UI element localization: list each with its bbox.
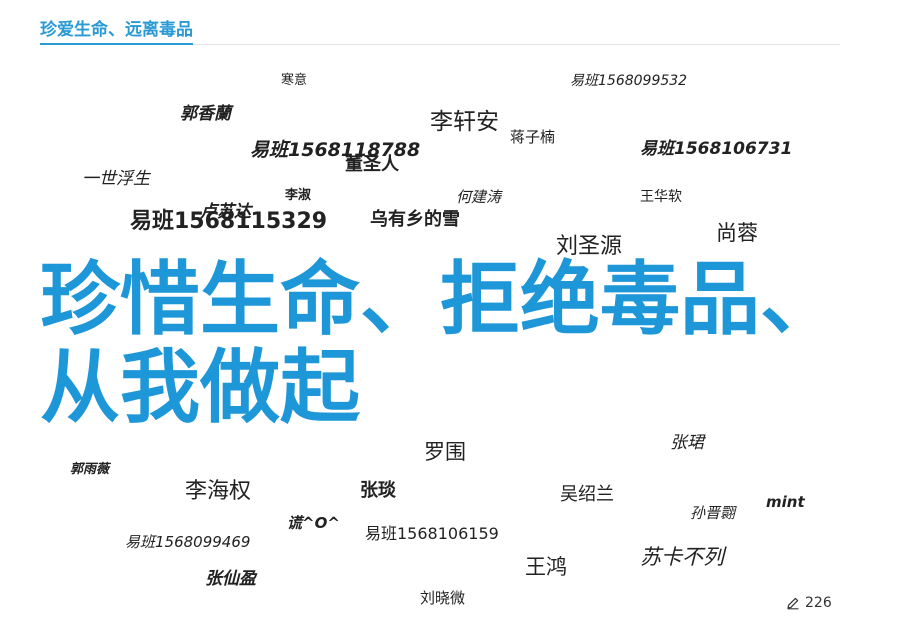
cloud-word: 董圣人 xyxy=(345,154,399,175)
counter-value: 226 xyxy=(805,595,832,611)
cloud-word: 李轩安 xyxy=(430,109,499,135)
cloud-word: 谎^O^ xyxy=(287,514,340,532)
cloud-word: 易班1568106731 xyxy=(640,139,793,159)
cloud-word: 郭雨薇 xyxy=(70,462,110,477)
cloud-word: 郭香蘭 xyxy=(180,104,231,124)
cloud-word: mint xyxy=(766,493,805,511)
cloud-word: 蒋子楠 xyxy=(510,128,556,146)
pencil-icon xyxy=(786,596,800,610)
cloud-word: 王鸿 xyxy=(525,555,567,579)
cloud-word: 张琰 xyxy=(360,480,396,501)
cloud-word: 尚蓉 xyxy=(716,221,758,245)
cloud-word: 李淑 xyxy=(285,188,312,203)
cloud-word: 苏卡不列 xyxy=(640,545,724,569)
cloud-word: 易班1568106159 xyxy=(365,524,499,543)
cloud-word: 易班1568115329 xyxy=(130,209,328,234)
cloud-word: 易班1568099469 xyxy=(125,533,251,551)
cloud-word: 何建涛 xyxy=(456,188,502,206)
cloud-word: 张仙盈 xyxy=(205,569,256,589)
cloud-word: 一世浮生 xyxy=(82,169,150,189)
cloud-word: 易班1568099532 xyxy=(570,73,688,89)
cloud-word: 李海权 xyxy=(185,479,252,504)
edit-counter[interactable]: 226 xyxy=(786,595,832,611)
cloud-word: 乌有乡的雪 xyxy=(370,209,460,230)
cloud-word: 孙晋翾 xyxy=(690,504,736,522)
cloud-word: 吴绍兰 xyxy=(560,484,614,505)
cloud-word: 罗围 xyxy=(424,440,466,464)
cloud-word: 刘晓微 xyxy=(420,589,466,607)
headline-line-1: 珍惜生命、拒绝毒品、 xyxy=(40,253,840,346)
cloud-word: 寒意 xyxy=(281,73,308,88)
cloud-word: 王华软 xyxy=(640,189,682,205)
cloud-word: 张珺 xyxy=(670,433,704,453)
headline: 珍惜生命、拒绝毒品、 从我做起 xyxy=(40,256,840,432)
headline-line-2: 从我做起 xyxy=(40,341,360,434)
